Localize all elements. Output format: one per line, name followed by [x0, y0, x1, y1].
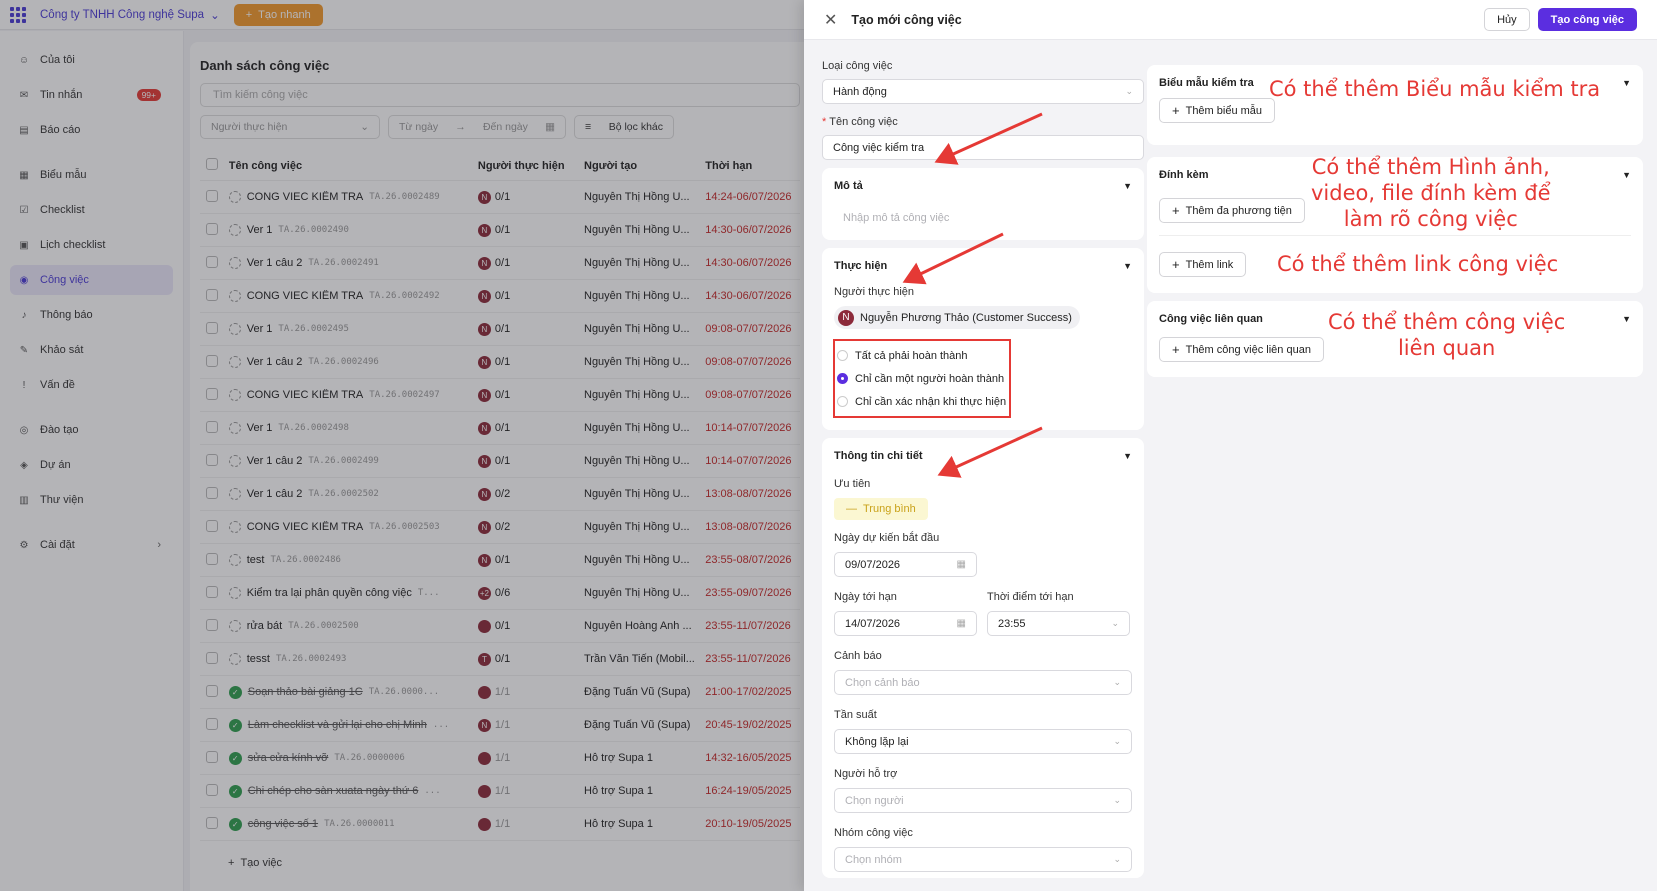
- priority-selector[interactable]: — Trung bình: [834, 498, 928, 520]
- add-link-button[interactable]: + Thêm link: [1159, 252, 1247, 277]
- create-task-button[interactable]: Tạo công việc: [1537, 8, 1637, 31]
- modal-overlay[interactable]: [0, 0, 804, 891]
- due-time-label: Thời điểm tới hạn: [987, 591, 1074, 603]
- description-header[interactable]: Mô tả ▼: [834, 180, 1132, 192]
- alert-label: Cảnh báo: [834, 650, 882, 662]
- description-section: Mô tả ▼ Nhập mô tả công việc: [822, 168, 1144, 240]
- helper-label: Người hỗ trợ: [834, 768, 898, 780]
- radio-label: Chỉ cần xác nhận khi thực hiện: [855, 395, 1007, 408]
- close-icon[interactable]: ✕: [824, 10, 837, 30]
- task-type-label: Loại công việc: [822, 60, 893, 72]
- add-form-button[interactable]: + Thêm biểu mẫu: [1159, 98, 1276, 123]
- note-link: Có thể thêm link công việc: [1277, 252, 1559, 276]
- alert-select[interactable]: Chọn cảnh báo ⌄: [834, 670, 1132, 695]
- radio-button[interactable]: [837, 396, 848, 407]
- chevron-down-icon: ⌄: [1111, 618, 1119, 628]
- plus-icon: +: [1172, 342, 1180, 357]
- dash-icon: —: [846, 503, 857, 515]
- radio-label: Tất cả phải hoàn thành: [855, 349, 968, 362]
- task-name-input[interactable]: Công việc kiểm tra: [822, 135, 1144, 160]
- caret-down-icon: ▼: [1622, 78, 1631, 88]
- note-check-form: Có thể thêm Biểu mẫu kiểm tra: [1269, 77, 1601, 101]
- plus-icon: +: [1172, 257, 1180, 272]
- completion-mode-option[interactable]: Chỉ cần một người hoàn thành: [837, 367, 1007, 390]
- caret-down-icon: ▼: [1622, 170, 1631, 180]
- caret-down-icon: ▼: [1123, 261, 1132, 271]
- note-attachment: Có thể thêm Hình ảnh, video, file đính k…: [1311, 155, 1551, 231]
- create-task-drawer: ✕ Tạo mới công việc Hủy Tạo công việc Lo…: [804, 0, 1657, 891]
- radio-button[interactable]: [837, 350, 848, 361]
- add-related-task-button[interactable]: + Thêm công việc liên quan: [1159, 337, 1324, 362]
- plus-icon: +: [1172, 103, 1180, 118]
- assignee-chip[interactable]: N Nguyễn Phương Thảo (Customer Success): [834, 306, 1080, 329]
- radio-button[interactable]: [837, 373, 848, 384]
- completion-mode-group: Tất cả phải hoàn thành Chỉ cần một người …: [833, 339, 1011, 418]
- divider: [1159, 235, 1631, 236]
- group-label: Nhóm công việc: [834, 827, 913, 839]
- chevron-down-icon: ⌄: [1113, 736, 1121, 746]
- task-type-select[interactable]: Hành động ⌄: [822, 79, 1144, 104]
- chevron-down-icon: ⌄: [1113, 854, 1121, 864]
- execution-header[interactable]: Thực hiện ▼: [834, 260, 1132, 272]
- detail-section: Thông tin chi tiết ▼ Ưu tiên — Trung bình …: [822, 438, 1144, 878]
- assignee-label: Người thực hiện: [834, 286, 915, 298]
- drawer-title: Tạo mới công việc: [851, 12, 962, 27]
- add-media-button[interactable]: + Thêm đa phương tiện: [1159, 198, 1305, 223]
- detail-header[interactable]: Thông tin chi tiết ▼: [834, 450, 1132, 462]
- frequency-label: Tần suất: [834, 709, 877, 721]
- calendar-icon: ▦: [956, 618, 966, 629]
- caret-down-icon: ▼: [1123, 451, 1132, 461]
- start-date-input[interactable]: 09/07/2026 ▦: [834, 552, 977, 577]
- note-related: Có thể thêm công việc liên quan: [1328, 310, 1566, 360]
- helper-select[interactable]: Chọn người ⌄: [834, 788, 1132, 813]
- calendar-icon: ▦: [956, 559, 966, 570]
- chevron-down-icon: ⌄: [1113, 677, 1121, 687]
- caret-down-icon: ▼: [1123, 181, 1132, 191]
- start-date-label: Ngày dự kiến bắt đầu: [834, 532, 940, 544]
- cancel-button[interactable]: Hủy: [1484, 8, 1530, 31]
- chevron-down-icon: ⌄: [1113, 795, 1121, 805]
- caret-down-icon: ▼: [1622, 314, 1631, 324]
- completion-mode-option[interactable]: Chỉ cần xác nhận khi thực hiện: [837, 390, 1007, 413]
- avatar: N: [838, 309, 854, 326]
- priority-label: Ưu tiên: [834, 478, 871, 490]
- radio-label: Chỉ cần một người hoàn thành: [855, 372, 1005, 385]
- task-name-label: * Tên công việc: [822, 116, 898, 128]
- due-date-label: Ngày tới hạn: [834, 591, 897, 603]
- drawer-header: ✕ Tạo mới công việc Hủy Tạo công việc: [804, 0, 1657, 40]
- execution-section: Thực hiện ▼ Người thực hiện N Nguyễn Phươn…: [822, 248, 1144, 430]
- description-input[interactable]: Nhập mô tả công việc: [834, 212, 1132, 228]
- form-left-column: Loại công việc Hành động ⌄ * Tên công việc…: [822, 60, 1144, 886]
- due-date-input[interactable]: 14/07/2026 ▦: [834, 611, 977, 636]
- completion-mode-option[interactable]: Tất cả phải hoàn thành: [837, 344, 1007, 367]
- plus-icon: +: [1172, 203, 1180, 218]
- frequency-select[interactable]: Không lặp lại ⌄: [834, 729, 1132, 754]
- due-time-select[interactable]: 23:55 ⌄: [987, 611, 1130, 636]
- chevron-down-icon: ⌄: [1125, 86, 1133, 96]
- group-select[interactable]: Chọn nhóm ⌄: [834, 847, 1132, 872]
